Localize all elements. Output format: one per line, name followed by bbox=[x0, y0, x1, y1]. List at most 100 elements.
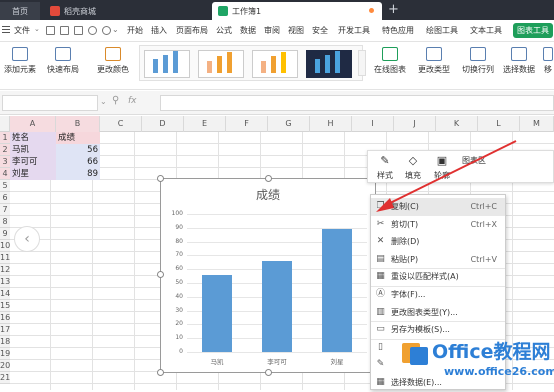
bar-3[interactable] bbox=[322, 229, 352, 352]
menu-formula[interactable]: 公式 bbox=[216, 25, 232, 36]
gallery-scroll-button[interactable] bbox=[358, 50, 366, 76]
column-header-f[interactable]: F bbox=[226, 116, 268, 132]
tab-home[interactable]: 首页 bbox=[0, 2, 40, 20]
row-header-6[interactable]: 6 bbox=[0, 192, 10, 204]
row-header-1[interactable]: 1 bbox=[0, 132, 10, 144]
row-header-10[interactable]: 10 bbox=[0, 240, 10, 252]
change-type-button[interactable]: 更改类型 bbox=[414, 47, 454, 75]
save-icon[interactable] bbox=[46, 26, 55, 35]
formula-input[interactable] bbox=[160, 95, 554, 111]
column-header-g[interactable]: G bbox=[268, 116, 310, 132]
menu-review[interactable]: 审阅 bbox=[264, 25, 280, 36]
menu-start[interactable]: 开始 bbox=[127, 25, 143, 36]
mini-outline-button[interactable]: ▣ 轮廓 bbox=[428, 154, 456, 181]
column-header-k[interactable]: K bbox=[436, 116, 478, 132]
column-header-m[interactable]: M bbox=[520, 116, 554, 132]
row-header-12[interactable]: 12 bbox=[0, 264, 10, 276]
row-header-16[interactable]: 16 bbox=[0, 312, 10, 324]
column-header-j[interactable]: J bbox=[394, 116, 436, 132]
row-header-14[interactable]: 14 bbox=[0, 288, 10, 300]
row-header-4[interactable]: 4 bbox=[0, 168, 10, 180]
chart-element-select[interactable]: 图表区 bbox=[458, 154, 554, 168]
print-preview-icon[interactable] bbox=[74, 26, 83, 35]
chart-title[interactable]: 成绩 bbox=[161, 186, 375, 203]
mini-fill-button[interactable]: ◇ 填充 bbox=[400, 154, 426, 181]
cell-b1[interactable]: 成绩 bbox=[56, 132, 100, 144]
tab-store[interactable]: 稻壳商城 bbox=[44, 2, 164, 20]
cell-a2[interactable]: 马凯 bbox=[10, 144, 56, 156]
column-header-b[interactable]: B bbox=[56, 116, 100, 132]
chart-style-3[interactable] bbox=[252, 50, 298, 78]
switch-row-col-button[interactable]: 切换行列 bbox=[458, 47, 498, 75]
row-header-8[interactable]: 8 bbox=[0, 216, 10, 228]
column-header-l[interactable]: L bbox=[478, 116, 520, 132]
cell-a4[interactable]: 刘星 bbox=[10, 168, 56, 180]
hamburger-icon[interactable] bbox=[2, 26, 10, 33]
change-color-button[interactable]: 更改颜色 bbox=[92, 47, 134, 75]
chart-style-2[interactable] bbox=[198, 50, 244, 78]
row-header-19[interactable]: 19 bbox=[0, 348, 10, 360]
menu-page-layout[interactable]: 页面布局 bbox=[176, 25, 208, 36]
context-menu-item[interactable]: ✕ 删除(D) bbox=[371, 233, 505, 251]
context-menu-item[interactable]: ▦ 重设以匹配样式(A) bbox=[371, 268, 505, 286]
column-header-d[interactable]: D bbox=[142, 116, 184, 132]
menu-developer[interactable]: 开发工具 bbox=[338, 25, 370, 36]
row-header-18[interactable]: 18 bbox=[0, 336, 10, 348]
chart-style-4[interactable] bbox=[306, 50, 352, 78]
select-all-corner[interactable] bbox=[0, 116, 10, 132]
tab-workbook[interactable]: 工作簿1 bbox=[212, 2, 382, 20]
row-header-5[interactable]: 5 bbox=[0, 180, 10, 192]
menu-drawing-tools[interactable]: 绘图工具 bbox=[426, 25, 458, 36]
row-header-3[interactable]: 3 bbox=[0, 156, 10, 168]
quick-layout-button[interactable]: 快速布局 bbox=[42, 47, 84, 75]
context-menu-item[interactable]: ▤ 粘贴(P) Ctrl+V bbox=[371, 251, 505, 269]
bar-1[interactable] bbox=[202, 274, 232, 352]
column-header-i[interactable]: I bbox=[352, 116, 394, 132]
mini-style-button[interactable]: ✎ 样式 bbox=[372, 154, 398, 181]
row-header-7[interactable]: 7 bbox=[0, 204, 10, 216]
add-element-button[interactable]: 添加元素 bbox=[0, 47, 40, 75]
menu-security[interactable]: 安全 bbox=[312, 25, 328, 36]
undo-icon[interactable] bbox=[88, 26, 97, 35]
select-data-button[interactable]: 选择数据 bbox=[500, 47, 538, 75]
menu-file[interactable]: 文件 bbox=[14, 25, 30, 36]
row-header-17[interactable]: 17 bbox=[0, 324, 10, 336]
cell-b2[interactable]: 56 bbox=[56, 144, 100, 156]
move-chart-button[interactable]: 移 bbox=[542, 47, 554, 75]
print-icon[interactable] bbox=[60, 26, 69, 35]
row-header-11[interactable]: 11 bbox=[0, 252, 10, 264]
menu-view[interactable]: 视图 bbox=[288, 25, 304, 36]
online-chart-button[interactable]: 在线图表 bbox=[370, 47, 410, 75]
chart-style-1[interactable] bbox=[144, 50, 190, 78]
resize-handle-left[interactable] bbox=[157, 271, 164, 278]
menu-data[interactable]: 数据 bbox=[240, 25, 256, 36]
column-header-e[interactable]: E bbox=[184, 116, 226, 132]
column-header-h[interactable]: H bbox=[310, 116, 352, 132]
row-header-9[interactable]: 9 bbox=[0, 228, 10, 240]
resize-handle-bottom-left[interactable] bbox=[157, 369, 164, 376]
sheet-scroll-left-button[interactable]: ‹ bbox=[14, 226, 40, 252]
cell-a3[interactable]: 李可可 bbox=[10, 156, 56, 168]
name-box-dropdown-icon[interactable]: ⌄ bbox=[100, 97, 107, 106]
cell-a1[interactable]: 姓名 bbox=[10, 132, 56, 144]
row-header-21[interactable]: 21 bbox=[0, 372, 10, 384]
menu-chart-tools[interactable]: 图表工具 bbox=[513, 23, 553, 38]
column-header-a[interactable]: A bbox=[10, 116, 56, 132]
row-header-13[interactable]: 13 bbox=[0, 276, 10, 288]
name-box[interactable] bbox=[2, 95, 98, 111]
resize-handle-top-left[interactable] bbox=[157, 175, 164, 182]
menu-features[interactable]: 特色应用 bbox=[382, 25, 414, 36]
row-header-20[interactable]: 20 bbox=[0, 360, 10, 372]
zoom-icon[interactable]: ⚲ bbox=[112, 95, 119, 106]
context-menu-item[interactable]: ▥ 更改图表类型(Y)... bbox=[371, 304, 505, 322]
context-menu-item[interactable]: Ⓐ 字体(F)... bbox=[371, 286, 505, 304]
fx-icon[interactable]: fx bbox=[128, 96, 137, 106]
row-header-2[interactable]: 2 bbox=[0, 144, 10, 156]
column-header-c[interactable]: C bbox=[100, 116, 142, 132]
new-tab-button[interactable]: + bbox=[388, 2, 399, 17]
redo-icon[interactable] bbox=[102, 26, 111, 35]
cell-b4[interactable]: 89 bbox=[56, 168, 100, 180]
row-header-15[interactable]: 15 bbox=[0, 300, 10, 312]
context-menu-item[interactable]: ✂ 剪切(T) Ctrl+X bbox=[371, 216, 505, 234]
chevron-down-icon[interactable]: ⌄ bbox=[34, 25, 40, 33]
